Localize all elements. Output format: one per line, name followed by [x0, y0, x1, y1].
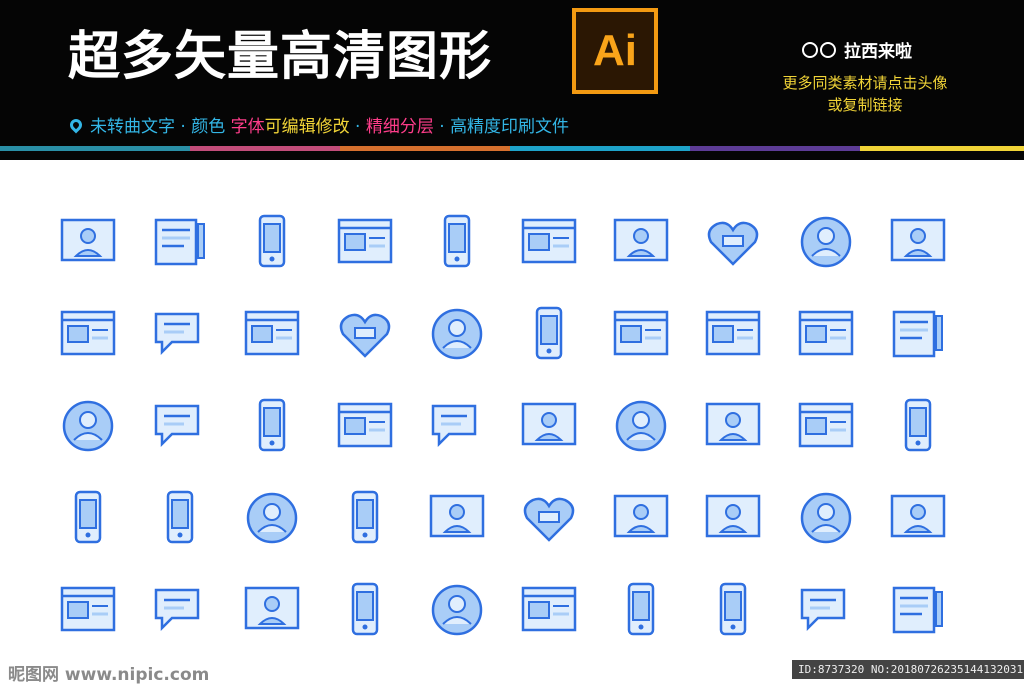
phone-chat-icon	[609, 578, 673, 642]
note-pen-icon	[794, 210, 858, 274]
web-media-icon	[609, 302, 673, 366]
message-delete-icon	[148, 578, 212, 642]
watermark-id: ID:8737320 NO:20180726235144132031	[792, 660, 1024, 679]
vinyl-music-phone-icon	[333, 578, 397, 642]
promo-text: 更多同类素材请点击头像 或复制链接	[760, 72, 970, 116]
add-user-icon	[609, 210, 673, 274]
banner-title: 超多矢量高清图形	[68, 27, 493, 87]
woman-phone-icon	[240, 210, 304, 274]
id-card-icon	[56, 302, 120, 366]
feature-text: 字体	[230, 117, 265, 137]
newspaper-man-icon	[240, 578, 304, 642]
color-bar-segment	[860, 146, 1024, 151]
user-thinking-icon	[517, 394, 581, 458]
video-presentation-icon	[425, 302, 489, 366]
color-bar-segment	[510, 146, 690, 151]
heart-tap-icon	[517, 486, 581, 550]
feature-text: ·	[175, 117, 192, 137]
social-network-user-icon	[425, 486, 489, 550]
image-documents-icon	[517, 210, 581, 274]
document-pen-icon	[148, 210, 212, 274]
typewriter-icon	[794, 394, 858, 458]
feature-texts: 未转曲文字 · 颜色 字体可编辑修改 · 精细分层 · 高精度印刷文件	[90, 112, 569, 137]
feature-text: ·	[433, 117, 451, 137]
promo-line-2: 或复制链接	[827, 96, 903, 114]
phone-messages-icon	[240, 394, 304, 458]
keyboard-message-icon	[794, 578, 858, 642]
color-bar-segment	[690, 146, 860, 151]
video-chat-window-icon	[425, 394, 489, 458]
heart-message-icon	[333, 302, 397, 366]
selfie-stick-icon	[333, 210, 397, 274]
color-bar-segment	[0, 146, 190, 151]
profile-cards-icon	[701, 486, 765, 550]
speech-document-icon	[148, 394, 212, 458]
people-talking-icon	[701, 394, 765, 458]
profile-window-icon	[56, 210, 120, 274]
icon-grid	[46, 210, 976, 680]
feature-text: 颜色	[191, 117, 231, 137]
phone-video-call-icon	[517, 302, 581, 366]
phone-video-icon	[886, 394, 950, 458]
feature-text: 未转曲文字	[90, 117, 175, 137]
location-pin-icon	[67, 116, 85, 133]
podium-speaker-icon	[56, 578, 120, 642]
first-place-badge-icon	[425, 578, 489, 642]
review-stars-icon	[240, 302, 304, 366]
brand-name[interactable]: 拉西来啦	[802, 37, 912, 62]
social-phone-icon	[333, 486, 397, 550]
feature-text: ·	[349, 117, 366, 137]
article-desk-icon	[794, 486, 858, 550]
chat-documents-icon	[148, 302, 212, 366]
like-heart-icon	[701, 210, 765, 274]
color-bar	[0, 146, 1024, 151]
email-image-icon	[886, 302, 950, 366]
phone-profile-likes-icon	[56, 486, 120, 550]
illustrator-logo: Ai	[572, 8, 658, 94]
link-icon	[802, 41, 838, 58]
promo-line-1: 更多同类素材请点击头像	[782, 74, 948, 92]
feature-list: 未转曲文字 · 颜色 字体可编辑修改 · 精细分层 · 高精度印刷文件	[67, 112, 569, 137]
hand-phone-mail-icon	[148, 486, 212, 550]
web-upload-icon	[517, 578, 581, 642]
block-user-icon	[886, 486, 950, 550]
landscape-phone-user-icon	[701, 578, 765, 642]
voice-recorder-icon	[333, 394, 397, 458]
man-chat-icon	[886, 210, 950, 274]
color-bar-segment	[190, 146, 340, 151]
watermark-site: 昵图网 www.nipic.com	[8, 665, 210, 685]
share-window-icon	[609, 394, 673, 458]
color-bar-segment	[340, 146, 510, 151]
feature-text: 可编辑修改	[264, 117, 350, 137]
feature-text: 精细分层	[365, 117, 434, 137]
image-info-icon	[886, 578, 950, 642]
bell-touch-icon	[794, 302, 858, 366]
header-banner: 超多矢量高清图形 Ai 拉西来啦 更多同类素材请点击头像 或复制链接 未转曲文字…	[0, 0, 1024, 160]
feature-text: 高精度印刷文件	[450, 117, 570, 137]
user-network-icon	[609, 486, 673, 550]
brand-label: 拉西来啦	[844, 42, 912, 62]
paper-notes-icon	[240, 486, 304, 550]
camera-drone-icon	[56, 394, 120, 458]
smartphone-image-icon	[425, 210, 489, 274]
web-article-icon	[701, 302, 765, 366]
